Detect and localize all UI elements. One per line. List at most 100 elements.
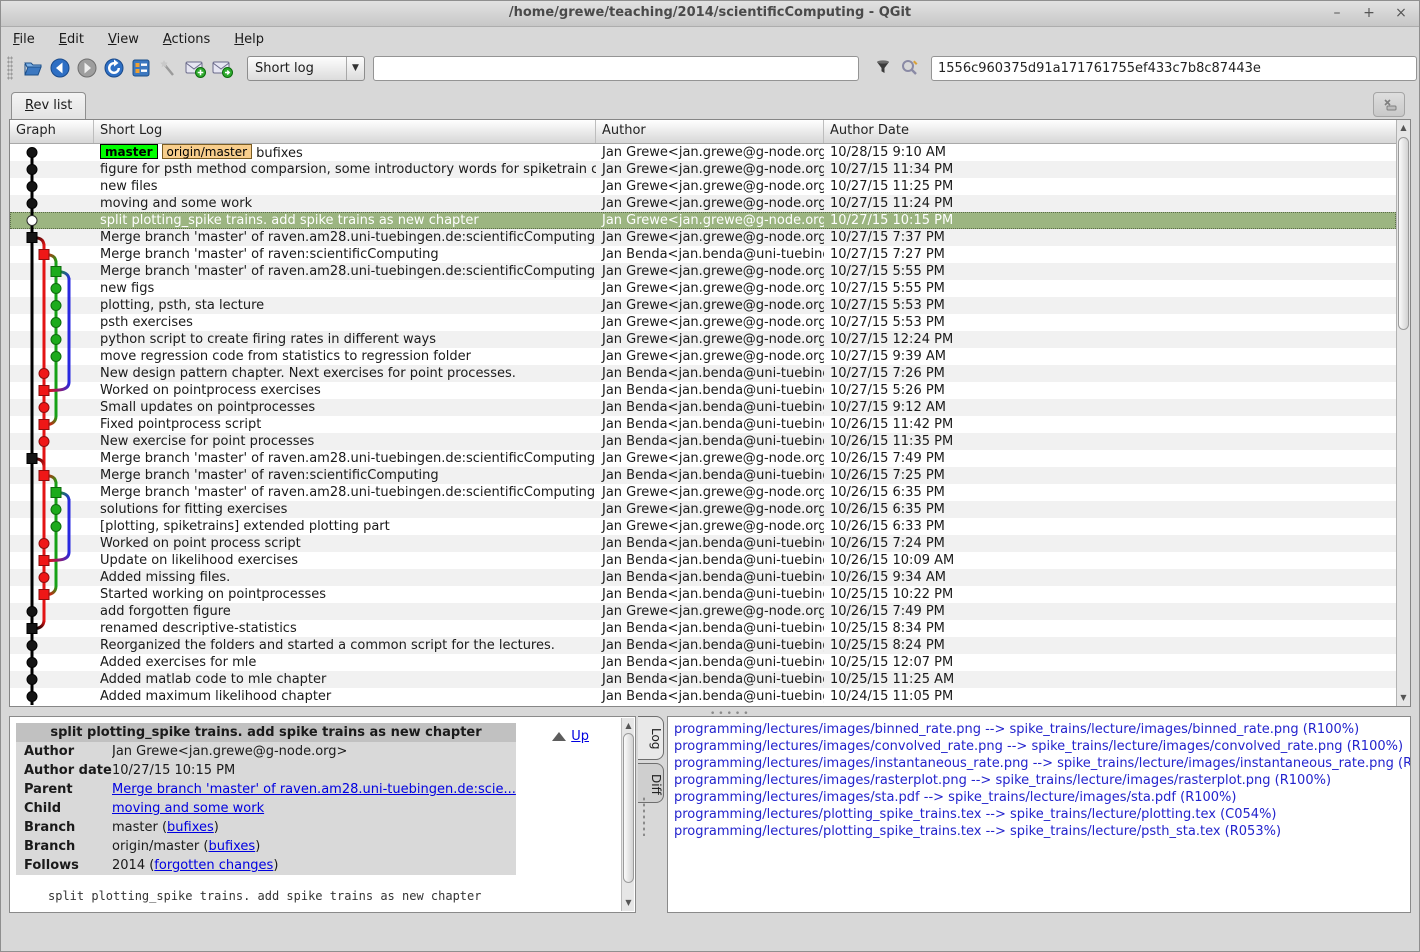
menu-file[interactable]: File <box>13 32 35 47</box>
apply-patch-icon[interactable] <box>208 55 235 81</box>
commit-row[interactable]: Started working on pointprocessesJan Ben… <box>10 586 1396 603</box>
detail-link[interactable]: bufixes <box>167 820 214 835</box>
menu-edit[interactable]: Edit <box>59 32 84 47</box>
commit-detail-panel: split plotting_spike trains. add spike t… <box>9 716 636 913</box>
view-mode-select[interactable]: Short log ▼ <box>247 56 365 81</box>
forward-icon[interactable] <box>73 55 100 81</box>
changed-file-line[interactable]: programming/lectures/images/sta.pdf --> … <box>674 789 1404 806</box>
commit-row[interactable]: Merge branch 'master' of raven.am28.uni-… <box>10 263 1396 280</box>
commit-row[interactable]: New exercise for point processesJan Bend… <box>10 433 1396 450</box>
refresh-icon[interactable] <box>100 55 127 81</box>
commit-date: 10/28/15 9:10 AM <box>824 144 1396 161</box>
detail-label: Branch <box>24 838 112 855</box>
sha-input[interactable] <box>931 56 1417 81</box>
save-patch-icon[interactable] <box>181 55 208 81</box>
column-header-short-log[interactable]: Short Log <box>94 120 596 143</box>
open-icon[interactable] <box>19 55 46 81</box>
changed-file-line[interactable]: programming/lectures/images/instantaneou… <box>674 755 1404 772</box>
commit-row[interactable]: Merge branch 'master' of raven.am28.uni-… <box>10 229 1396 246</box>
chevron-down-icon: ▼ <box>346 57 364 80</box>
maximize-button[interactable]: + <box>1361 4 1377 22</box>
commit-row[interactable]: psth exercisesJan Grewe<jan.grewe@g-node… <box>10 314 1396 331</box>
commit-row[interactable]: Merge branch 'master' of raven.am28.uni-… <box>10 450 1396 467</box>
detail-link[interactable]: moving and some work <box>112 801 264 816</box>
commit-row[interactable]: Worked on pointprocess exercisesJan Bend… <box>10 382 1396 399</box>
up-link[interactable]: Up <box>552 729 589 744</box>
toolbar-drag-handle[interactable] <box>7 56 13 80</box>
commit-row[interactable]: Merge branch 'master' of raven:scientifi… <box>10 467 1396 484</box>
menu-actions[interactable]: Actions <box>163 32 211 47</box>
scrollbar-thumb[interactable] <box>1398 137 1409 330</box>
commit-row[interactable]: Worked on point process scriptJan Benda<… <box>10 535 1396 552</box>
menu-help[interactable]: Help <box>234 32 264 47</box>
minimize-button[interactable]: – <box>1329 4 1345 22</box>
detail-link[interactable]: bufixes <box>208 839 255 854</box>
commit-row[interactable]: split plotting_spike trains. add spike t… <box>10 212 1396 229</box>
close-button[interactable]: × <box>1393 4 1409 22</box>
commit-author: Jan Benda<jan.benda@uni-tuebing... <box>596 688 824 705</box>
commit-row[interactable]: new filesJan Grewe<jan.grewe@g-node.org>… <box>10 178 1396 195</box>
changed-file-line[interactable]: programming/lectures/images/binned_rate.… <box>674 721 1404 738</box>
changed-file-line[interactable]: programming/lectures/images/convolved_ra… <box>674 738 1404 755</box>
commit-row[interactable]: [plotting, spiketrains] extended plottin… <box>10 518 1396 535</box>
sha-search-icon[interactable] <box>896 55 923 81</box>
commit-row[interactable]: new figsJan Grewe<jan.grewe@g-node.org>1… <box>10 280 1396 297</box>
scroll-up-icon[interactable]: ▲ <box>1397 121 1410 135</box>
column-header-author[interactable]: Author <box>596 120 824 143</box>
commit-subject: [plotting, spiketrains] extended plottin… <box>100 519 390 534</box>
up-link-text[interactable]: Up <box>571 729 589 744</box>
column-header-graph[interactable]: Graph <box>10 120 94 143</box>
back-icon[interactable] <box>46 55 73 81</box>
detail-scrollbar[interactable]: ▲ ▼ <box>621 718 634 911</box>
scroll-down-icon[interactable]: ▼ <box>1397 691 1410 705</box>
tab-rev-list[interactable]: Rev list <box>11 92 86 119</box>
commit-author: Jan Grewe<jan.grewe@g-node.org> <box>596 229 824 246</box>
commit-row[interactable]: Added exercises for mleJan Benda<jan.ben… <box>10 654 1396 671</box>
commit-row[interactable]: plotting, psth, sta lectureJan Grewe<jan… <box>10 297 1396 314</box>
changed-file-line[interactable]: programming/lectures/images/rasterplot.p… <box>674 772 1404 789</box>
commit-row[interactable]: add forgotten figureJan Grewe<jan.grewe@… <box>10 603 1396 620</box>
commit-row[interactable]: python script to create firing rates in … <box>10 331 1396 348</box>
vertical-splitter[interactable] <box>642 796 646 836</box>
horizontal-splitter[interactable]: ••••• <box>9 707 1411 716</box>
commit-author: Jan Grewe<jan.grewe@g-node.org> <box>596 501 824 518</box>
commit-row[interactable]: Reorganized the folders and started a co… <box>10 637 1396 654</box>
tab-log[interactable]: Log <box>638 716 664 760</box>
commit-row[interactable]: New design pattern chapter. Next exercis… <box>10 365 1396 382</box>
scroll-up-icon[interactable]: ▲ <box>622 719 635 733</box>
search-input[interactable] <box>373 56 859 81</box>
commit-row[interactable]: Merge branch 'master' of raven.am28.uni-… <box>10 484 1396 501</box>
commit-row[interactable]: solutions for fitting exercisesJan Grewe… <box>10 501 1396 518</box>
scrollbar-thumb[interactable] <box>623 733 634 883</box>
wand-icon[interactable] <box>154 55 181 81</box>
commit-row[interactable]: Added matlab code to mle chapterJan Bend… <box>10 671 1396 688</box>
commit-row[interactable]: renamed descriptive-statisticsJan Benda<… <box>10 620 1396 637</box>
commit-subject: Merge branch 'master' of raven.am28.uni-… <box>100 485 595 500</box>
detail-label: Follows <box>24 857 112 874</box>
commit-row[interactable]: Update on likelihood exercisesJan Benda<… <box>10 552 1396 569</box>
commit-row[interactable]: masterorigin/masterbufixesJan Grewe<jan.… <box>10 144 1396 161</box>
commit-row[interactable]: move regression code from statistics to … <box>10 348 1396 365</box>
commit-row[interactable]: figure for psth method comparsion, some … <box>10 161 1396 178</box>
rev-list-scrollbar[interactable]: ▲ ▼ <box>1396 120 1410 706</box>
detach-tab-button[interactable] <box>1373 92 1405 117</box>
column-header-author-date[interactable]: Author Date <box>824 120 1410 143</box>
changed-file-line[interactable]: programming/lectures/plotting_spike_trai… <box>674 823 1404 840</box>
view-mode-value: Short log <box>248 61 346 76</box>
commit-row[interactable]: Fixed pointprocess scriptJan Benda<jan.b… <box>10 416 1396 433</box>
scroll-down-icon[interactable]: ▼ <box>622 896 635 910</box>
commit-row[interactable]: Added missing files.Jan Benda<jan.benda@… <box>10 569 1396 586</box>
filter-icon[interactable] <box>869 55 896 81</box>
detail-link[interactable]: Merge branch 'master' of raven.am28.uni-… <box>112 782 516 797</box>
commit-row[interactable]: Added maximum likelihood chapterJan Bend… <box>10 688 1396 705</box>
detail-link[interactable]: forgotten changes <box>154 858 273 873</box>
commit-row[interactable]: moving and some workJan Grewe<jan.grewe@… <box>10 195 1396 212</box>
commit-date: 10/27/15 5:53 PM <box>824 297 1396 314</box>
commit-row[interactable]: Small updates on pointprocessesJan Benda… <box>10 399 1396 416</box>
changed-file-line[interactable]: programming/lectures/plotting_spike_trai… <box>674 806 1404 823</box>
menu-view[interactable]: View <box>108 32 139 47</box>
commit-subject: Merge branch 'master' of raven:scientifi… <box>100 468 439 483</box>
commit-date: 10/27/15 9:12 AM <box>824 399 1396 416</box>
commit-row[interactable]: Merge branch 'master' of raven:scientifi… <box>10 246 1396 263</box>
patch-view-icon[interactable] <box>127 55 154 81</box>
